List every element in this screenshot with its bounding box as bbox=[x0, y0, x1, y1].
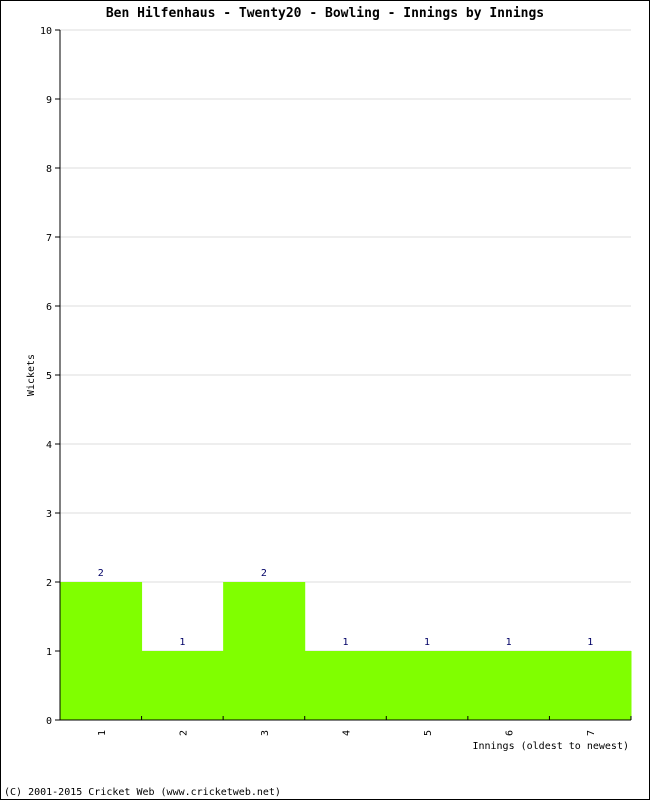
x-tick-label: 3 bbox=[260, 730, 271, 736]
x-tick-label: 5 bbox=[423, 730, 434, 736]
bar bbox=[304, 651, 387, 720]
x-tick-label: 2 bbox=[178, 730, 189, 736]
y-tick-label: 5 bbox=[46, 371, 52, 382]
bar bbox=[386, 651, 469, 720]
y-tick-label: 9 bbox=[46, 95, 52, 106]
data-label: 1 bbox=[587, 637, 593, 648]
y-tick-label: 2 bbox=[46, 578, 52, 589]
y-tick-label: 4 bbox=[46, 440, 52, 451]
y-tick-labels: 0 1 2 3 4 5 6 7 8 9 10 bbox=[40, 26, 52, 727]
data-labels: 2 1 2 1 1 1 1 bbox=[98, 568, 593, 648]
bar bbox=[60, 582, 143, 720]
data-label: 2 bbox=[261, 568, 267, 579]
y-tick-label: 0 bbox=[46, 716, 52, 727]
bar-chart: Ben Hilfenhaus - Twenty20 - Bowling - In… bbox=[4, 6, 632, 798]
x-axis-label: Innings (oldest to newest) bbox=[472, 741, 629, 752]
x-tick-label: 7 bbox=[586, 730, 597, 736]
data-label: 1 bbox=[179, 637, 185, 648]
data-label: 1 bbox=[506, 637, 512, 648]
bars bbox=[60, 582, 632, 720]
y-tick-label: 1 bbox=[46, 647, 52, 658]
y-tick-label: 7 bbox=[46, 233, 52, 244]
x-tick-label: 4 bbox=[342, 730, 353, 736]
data-label: 1 bbox=[342, 637, 348, 648]
x-tick-labels: 1 2 3 4 5 6 7 bbox=[97, 730, 597, 736]
data-label: 1 bbox=[424, 637, 430, 648]
data-label: 2 bbox=[98, 568, 104, 579]
bar bbox=[141, 651, 224, 720]
y-axis-label: Wickets bbox=[26, 354, 37, 396]
bar bbox=[549, 651, 632, 720]
chart-title: Ben Hilfenhaus - Twenty20 - Bowling - In… bbox=[106, 6, 544, 21]
y-tick-label: 10 bbox=[40, 26, 52, 37]
y-tick-label: 6 bbox=[46, 302, 52, 313]
bar bbox=[467, 651, 550, 720]
y-tick-label: 8 bbox=[46, 164, 52, 175]
grid-lines bbox=[60, 29, 631, 652]
y-tick-label: 3 bbox=[46, 509, 52, 520]
copyright-footer: (C) 2001-2015 Cricket Web (www.cricketwe… bbox=[4, 787, 281, 798]
bar bbox=[223, 582, 306, 720]
x-tick-label: 6 bbox=[505, 730, 516, 736]
x-tick-label: 1 bbox=[97, 730, 108, 736]
